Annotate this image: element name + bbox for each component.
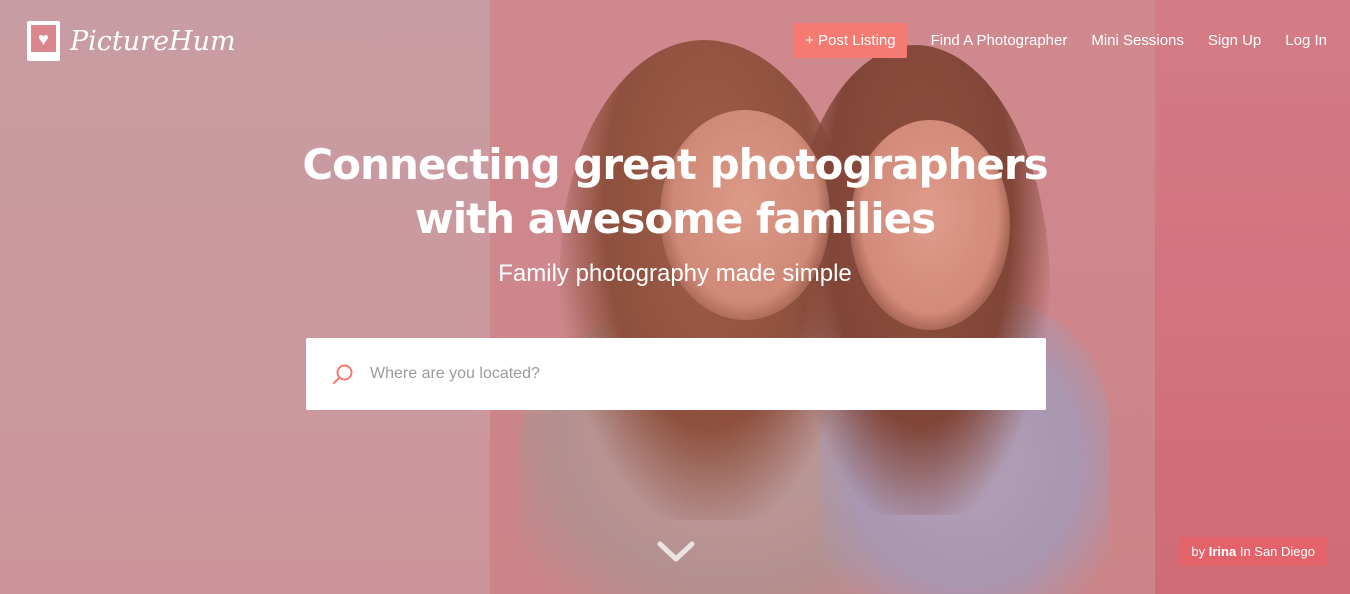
- hero-title: Connecting great photographers with awes…: [0, 138, 1350, 246]
- logo-text: PictureHum: [70, 25, 236, 57]
- hero-background-photo: [0, 0, 1350, 594]
- logo-mark-icon: ♥: [27, 21, 60, 61]
- site-header: ♥ PictureHum + Post Listing Find A Photo…: [0, 0, 1350, 80]
- hero-title-line2: with awesome families: [414, 194, 936, 243]
- post-listing-button[interactable]: + Post Listing: [794, 23, 907, 58]
- photo-credit-badge[interactable]: by Irina In San Diego: [1179, 537, 1327, 566]
- photo-tint-overlay: [0, 0, 1350, 594]
- nav-mini-sessions[interactable]: Mini Sessions: [1091, 32, 1184, 49]
- credit-author: Irina: [1208, 544, 1237, 559]
- nav-log-in[interactable]: Log In: [1285, 32, 1327, 49]
- hero-title-line1: Connecting great photographers: [302, 140, 1048, 189]
- nav-find-photographer[interactable]: Find A Photographer: [931, 32, 1068, 49]
- logo-link[interactable]: ♥ PictureHum: [27, 21, 236, 61]
- search-icon[interactable]: [332, 363, 354, 385]
- location-search-input[interactable]: [368, 364, 1046, 384]
- credit-prefix: by: [1191, 544, 1206, 559]
- nav-sign-up[interactable]: Sign Up: [1208, 32, 1261, 49]
- chevron-down-icon[interactable]: [657, 540, 695, 564]
- hero-section: ♥ PictureHum + Post Listing Find A Photo…: [0, 0, 1350, 594]
- location-search-box: [306, 338, 1046, 410]
- credit-location: In San Diego: [1239, 544, 1315, 559]
- hero-subtitle: Family photography made simple: [498, 260, 852, 287]
- main-nav: + Post Listing Find A Photographer Mini …: [794, 23, 1327, 58]
